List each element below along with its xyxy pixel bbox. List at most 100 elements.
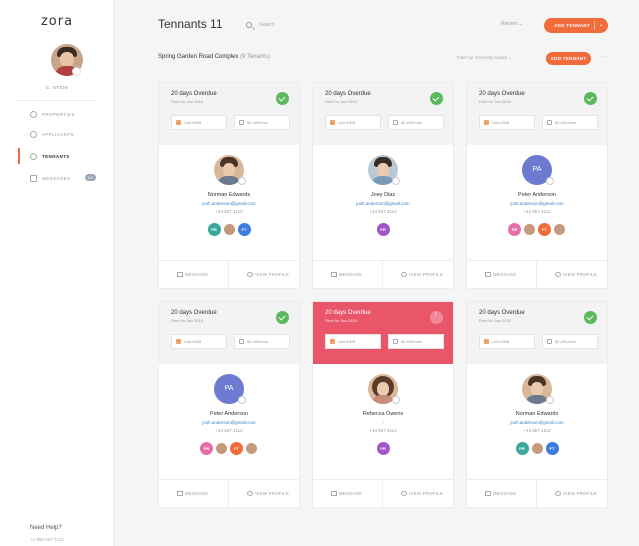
- sidebar-item-applicants[interactable]: APPLICANTS: [0, 126, 114, 142]
- co-tenant-avatar[interactable]: PR: [200, 442, 213, 455]
- money-bag-icon: [239, 339, 244, 344]
- sidebar-item-tennants[interactable]: TENNANTS: [0, 148, 114, 164]
- co-tenant-avatar[interactable]: [530, 442, 544, 455]
- rent-period: Rent for Jan 2016: [479, 318, 511, 323]
- co-tenant-avatar[interactable]: PR: [207, 223, 221, 236]
- check-icon[interactable]: [430, 92, 443, 105]
- eye-icon: [555, 491, 561, 496]
- alert-icon[interactable]: [430, 311, 443, 324]
- unit-chip: Unit #308: [325, 115, 381, 130]
- message-button[interactable]: MESSAGE: [313, 261, 383, 289]
- check-icon[interactable]: [276, 311, 289, 324]
- unit-chip: Unit #308: [325, 334, 381, 349]
- view-profile-button[interactable]: VIEW PROFILE: [383, 480, 453, 508]
- co-tenants: PR: [313, 442, 453, 456]
- co-tenant-avatar[interactable]: PR: [376, 442, 390, 455]
- complex-name: Spring Garden Road Complex: [158, 54, 239, 60]
- filter-select[interactable]: Filter by: Recently Added ⌄: [457, 55, 512, 61]
- eye-icon: [247, 272, 253, 277]
- overdue-status: 20 days Overdue: [479, 91, 525, 97]
- view-profile-label: VIEW PROFILE: [255, 491, 290, 496]
- main-content: Tennants 11 Recent ⌄ ADD TENNANT ⌄ Sprin…: [114, 0, 639, 546]
- tenant-email[interactable]: josh.anderson@gmail.com: [467, 201, 607, 206]
- unit-label: Unit #308: [492, 339, 510, 344]
- co-tenant-avatar[interactable]: [523, 223, 536, 236]
- message-button[interactable]: MESSAGE: [313, 480, 383, 508]
- tenant-card[interactable]: 20 days Overdue Rent for Jan 2016 Unit #…: [158, 82, 300, 289]
- info-icon: [392, 396, 400, 404]
- tenant-name: Rebecca Owens: [362, 411, 404, 417]
- co-tenant-avatar[interactable]: PR: [376, 223, 390, 236]
- co-tenant-avatar[interactable]: [553, 223, 566, 236]
- message-label: MESSAGE: [493, 491, 517, 496]
- app-window: zora C. STEIN PROPERTIES APPLICANTS TENN…: [0, 0, 639, 546]
- rent-chip: $2,400/mon: [234, 115, 290, 130]
- view-profile-label: VIEW PROFILE: [563, 272, 598, 277]
- view-profile-button[interactable]: VIEW PROFILE: [229, 480, 299, 508]
- add-tennant-button-secondary[interactable]: ADD TENNANT: [546, 52, 591, 65]
- message-button[interactable]: MESSAGE: [467, 480, 537, 508]
- search-icon[interactable]: [246, 22, 252, 28]
- view-profile-button[interactable]: VIEW PROFILE: [537, 480, 607, 508]
- add-tennant-label: ADD TENNANT: [554, 23, 590, 28]
- tenant-card[interactable]: 20 days Overdue Rent for Jan 2016 Unit #…: [466, 82, 608, 289]
- search-input[interactable]: [259, 20, 319, 30]
- message-label: MESSAGE: [185, 491, 209, 496]
- co-tenant-avatar[interactable]: FT: [538, 223, 551, 236]
- tenant-phone: +44 657 4112: [215, 428, 243, 433]
- app-logo[interactable]: zora: [0, 14, 114, 29]
- users-icon: [30, 153, 37, 160]
- chevron-down-icon[interactable]: ⌄: [599, 18, 604, 33]
- rent-label: $2,400/mon: [401, 120, 423, 125]
- co-tenant-avatar[interactable]: [222, 223, 236, 236]
- tenant-email[interactable]: ✓: [313, 420, 453, 426]
- co-tenant-avatar[interactable]: PR: [508, 223, 521, 236]
- view-profile-label: VIEW PROFILE: [409, 491, 444, 496]
- home-icon: [176, 120, 181, 125]
- tenant-name: Norman Edwards: [207, 192, 251, 198]
- info-icon: [238, 396, 246, 404]
- rent-label: $2,400/mon: [555, 339, 577, 344]
- envelope-icon: [331, 491, 337, 496]
- more-options-icon[interactable]: ···: [443, 123, 449, 129]
- co-tenant-avatar[interactable]: FT: [230, 442, 243, 455]
- more-options-icon[interactable]: ···: [599, 53, 609, 60]
- view-profile-button[interactable]: VIEW PROFILE: [537, 261, 607, 289]
- co-tenant-avatar[interactable]: FT: [545, 442, 559, 455]
- check-icon[interactable]: [584, 92, 597, 105]
- message-button[interactable]: MESSAGE: [159, 261, 229, 289]
- home-icon: [330, 120, 335, 125]
- co-tenants: PR: [313, 223, 453, 237]
- tenant-card[interactable]: 20 days Overdue Rent for Jan 2016 Unit #…: [158, 301, 300, 508]
- tenant-card[interactable]: 20 days Overdue Rent for Jan 2016 Unit #…: [312, 301, 454, 508]
- check-icon[interactable]: [584, 311, 597, 324]
- tenant-name: Norman Edwards: [515, 411, 559, 417]
- add-tennant-button[interactable]: ADD TENNANT ⌄: [544, 18, 608, 33]
- message-button[interactable]: MESSAGE: [159, 480, 229, 508]
- sort-select[interactable]: Recent ⌄: [501, 21, 522, 27]
- tenant-email[interactable]: josh.anderson@gmail.com: [467, 420, 607, 425]
- help-phone[interactable]: +1 888 567 7412: [30, 537, 64, 542]
- info-icon: [546, 396, 554, 404]
- co-tenant-avatar[interactable]: FT: [237, 223, 251, 236]
- view-profile-button[interactable]: VIEW PROFILE: [383, 261, 453, 289]
- co-tenant-avatar[interactable]: PR: [515, 442, 529, 455]
- sidebar-item-properties[interactable]: PROPERTIES: [0, 106, 114, 122]
- tenant-email[interactable]: josh.anderson@gmail.com: [159, 420, 299, 425]
- co-tenants: PR FT: [467, 442, 607, 456]
- eye-icon: [247, 491, 253, 496]
- tenant-name: Peter Anderson: [518, 192, 556, 198]
- co-tenant-avatar[interactable]: [215, 442, 228, 455]
- help-title[interactable]: Need Help?: [30, 525, 62, 531]
- sidebar-item-messages[interactable]: MESSAGES 14: [0, 170, 114, 186]
- tenant-email[interactable]: josh.anderson@gmail.com: [313, 201, 453, 206]
- message-button[interactable]: MESSAGE: [467, 261, 537, 289]
- co-tenants: PR FT: [159, 442, 299, 456]
- tenant-card[interactable]: 20 days Overdue Rent for Jan 2016 Unit #…: [312, 82, 454, 289]
- view-profile-button[interactable]: VIEW PROFILE: [229, 261, 299, 289]
- tenant-email[interactable]: josh.anderson@gmail.com: [159, 201, 299, 206]
- tenant-card[interactable]: 20 days Overdue Rent for Jan 2016 Unit #…: [466, 301, 608, 508]
- check-icon[interactable]: [276, 92, 289, 105]
- rent-label: $2,400/mon: [555, 120, 577, 125]
- co-tenant-avatar[interactable]: [245, 442, 258, 455]
